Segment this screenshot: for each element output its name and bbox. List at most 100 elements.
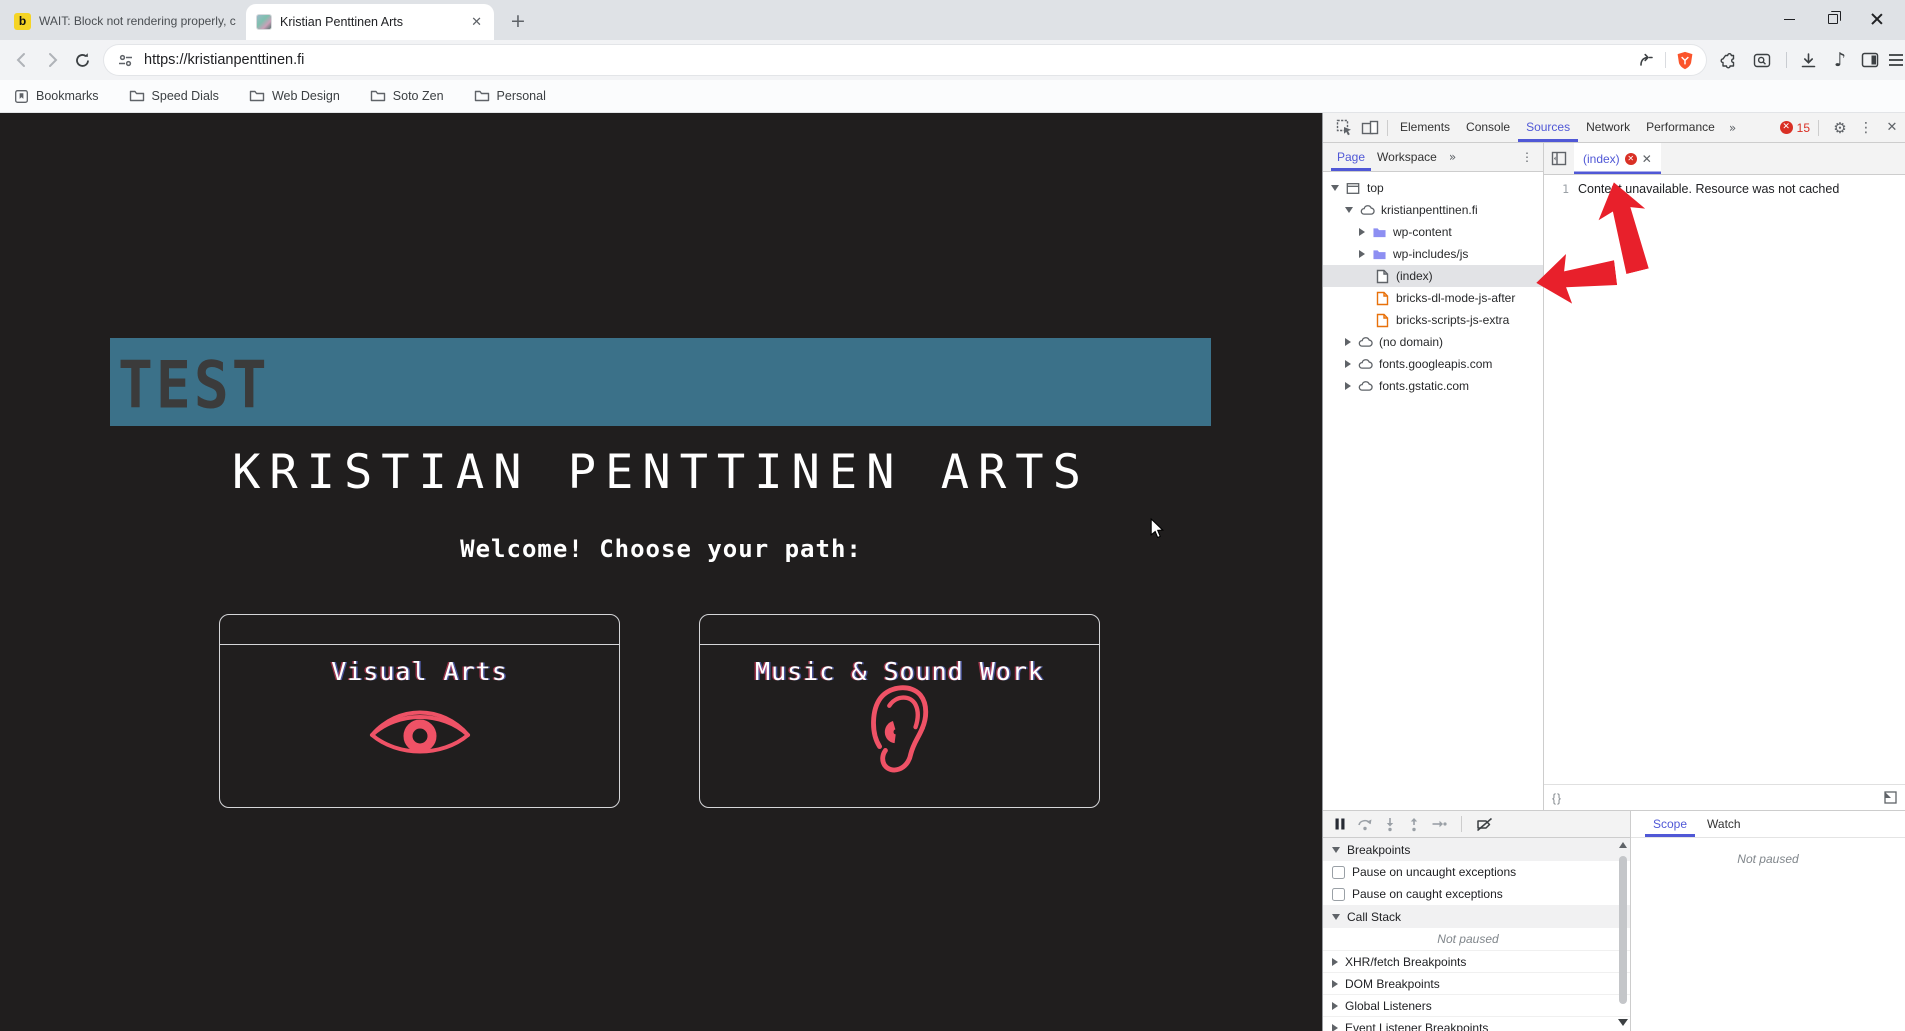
- bookmark-folder-web-design[interactable]: Web Design: [249, 89, 340, 103]
- more-vert-icon: ⋮: [1859, 119, 1873, 136]
- extensions-button[interactable]: [1716, 48, 1740, 72]
- menu-button[interactable]: [1884, 48, 1905, 72]
- search-panel-button[interactable]: [1750, 48, 1774, 72]
- xhr-breakpoints-header[interactable]: XHR/fetch Breakpoints: [1323, 950, 1630, 972]
- event-listener-breakpoints-header[interactable]: Event Listener Breakpoints: [1323, 1016, 1630, 1031]
- tree-item-wp-includes-js[interactable]: wp-includes/js: [1323, 243, 1543, 265]
- sidebar-button[interactable]: [1858, 48, 1882, 72]
- address-bar[interactable]: https://kristianpenttinen.fi: [104, 45, 1706, 75]
- tree-item-bricks-dl-mode[interactable]: bricks-dl-mode-js-after: [1323, 287, 1543, 309]
- music-sound-card[interactable]: Music & Sound Work: [699, 614, 1100, 808]
- pretty-print-button[interactable]: {}: [1552, 791, 1562, 805]
- scrollbar[interactable]: [1617, 839, 1629, 1030]
- expand-arrow-icon[interactable]: [1345, 382, 1351, 390]
- close-devtools-button[interactable]: ✕: [1879, 115, 1905, 141]
- pause-icon[interactable]: [1333, 817, 1347, 831]
- tree-item-fonts-gstatic[interactable]: fonts.gstatic.com: [1323, 375, 1543, 397]
- tree-item-bricks-scripts[interactable]: bricks-scripts-js-extra: [1323, 309, 1543, 331]
- more-tabs-icon[interactable]: »: [1723, 121, 1741, 135]
- tab-console[interactable]: Console: [1458, 113, 1518, 142]
- back-button[interactable]: [10, 48, 34, 72]
- debugger-sidebar: Breakpoints Pause on uncaught exceptions…: [1323, 811, 1631, 1031]
- tab-wait[interactable]: b WAIT: Block not rendering properly, c: [14, 8, 240, 34]
- divider: [1786, 52, 1787, 68]
- global-listeners-header[interactable]: Global Listeners: [1323, 994, 1630, 1016]
- devtools-menu-button[interactable]: ⋮: [1853, 115, 1879, 141]
- more-navigator-tabs-icon[interactable]: »: [1443, 150, 1461, 164]
- scroll-down-icon[interactable]: [1618, 1019, 1628, 1026]
- error-count: 15: [1796, 120, 1810, 135]
- collapse-arrow-icon[interactable]: [1345, 207, 1353, 213]
- tab-sources[interactable]: Sources: [1518, 113, 1578, 142]
- close-tab-icon[interactable]: ✕: [1642, 152, 1652, 166]
- scroll-thumb[interactable]: [1619, 856, 1627, 1004]
- brave-shield-icon[interactable]: [1676, 51, 1694, 70]
- tab-elements[interactable]: Elements: [1392, 113, 1458, 142]
- navigator-toggle-button[interactable]: [1544, 143, 1574, 174]
- tab-scope[interactable]: Scope: [1645, 811, 1695, 837]
- debugger-toolbar: [1323, 811, 1630, 838]
- bookmark-label: Web Design: [271, 89, 340, 103]
- pause-caught-row[interactable]: Pause on caught exceptions: [1323, 883, 1630, 905]
- downloads-button[interactable]: [1796, 48, 1820, 72]
- coverage-icon[interactable]: [1884, 791, 1897, 804]
- tab-network[interactable]: Network: [1578, 113, 1638, 142]
- editor-tab-label: (index): [1583, 151, 1620, 166]
- share-icon[interactable]: [1637, 51, 1655, 69]
- expand-arrow-icon[interactable]: [1345, 360, 1351, 368]
- tree-item-no-domain[interactable]: (no domain): [1323, 331, 1543, 353]
- expand-arrow-icon[interactable]: [1359, 228, 1365, 236]
- new-tab-button[interactable]: +: [506, 9, 530, 33]
- restore-button[interactable]: [1811, 0, 1855, 38]
- forward-button[interactable]: [40, 48, 64, 72]
- call-stack-section-header[interactable]: Call Stack: [1323, 905, 1630, 928]
- step-icon[interactable]: [1431, 817, 1447, 831]
- bookmark-label: Speed Dials: [151, 89, 219, 103]
- close-window-button[interactable]: [1855, 0, 1899, 38]
- pause-uncaught-row[interactable]: Pause on uncaught exceptions: [1323, 861, 1630, 883]
- visual-arts-card[interactable]: Visual Arts: [219, 614, 620, 808]
- script-icon: [1374, 290, 1390, 306]
- error-count-badge[interactable]: ✕ 15: [1779, 120, 1810, 135]
- banner-text: TEST: [118, 346, 270, 424]
- tab-performance[interactable]: Performance: [1638, 113, 1723, 142]
- tab-close-icon[interactable]: ✕: [469, 14, 484, 30]
- tree-item-index[interactable]: (index): [1323, 265, 1543, 287]
- reload-button[interactable]: [70, 48, 94, 72]
- tree-item-top[interactable]: top: [1323, 177, 1543, 199]
- scroll-up-icon[interactable]: [1619, 842, 1627, 848]
- bookmark-folder-speed-dials[interactable]: Speed Dials: [129, 89, 219, 103]
- tree-item-domain[interactable]: kristianpenttinen.fi: [1323, 199, 1543, 221]
- expand-arrow-icon[interactable]: [1359, 250, 1365, 258]
- settings-button[interactable]: ⚙: [1827, 115, 1853, 141]
- expand-arrow-icon[interactable]: [1345, 338, 1351, 346]
- tree-item-fonts-googleapis[interactable]: fonts.googleapis.com: [1323, 353, 1543, 375]
- checkbox[interactable]: [1332, 887, 1345, 901]
- inspect-element-button[interactable]: [1331, 115, 1357, 141]
- editor-tab-index[interactable]: (index) ✕ ✕: [1574, 143, 1661, 174]
- tab-watch[interactable]: Watch: [1699, 811, 1749, 837]
- device-toolbar-button[interactable]: [1357, 115, 1383, 141]
- minimize-button[interactable]: [1767, 0, 1811, 38]
- tree-item-wp-content[interactable]: wp-content: [1323, 221, 1543, 243]
- step-over-icon[interactable]: [1357, 817, 1373, 832]
- bookmark-folder-soto-zen[interactable]: Soto Zen: [370, 89, 444, 103]
- media-button[interactable]: ♪: [1828, 48, 1852, 72]
- bookmarks-manager-item[interactable]: Bookmarks: [14, 89, 99, 104]
- tab-kristian-penttinen-arts[interactable]: Kristian Penttinen Arts ✕: [246, 4, 494, 40]
- breakpoints-section-header[interactable]: Breakpoints: [1323, 838, 1630, 861]
- bookmark-folder-personal[interactable]: Personal: [474, 89, 546, 103]
- step-into-icon[interactable]: [1383, 817, 1397, 832]
- divider: [1818, 119, 1819, 136]
- navigator-tab-workspace[interactable]: Workspace: [1371, 143, 1443, 171]
- dom-breakpoints-header[interactable]: DOM Breakpoints: [1323, 972, 1630, 994]
- url-text[interactable]: https://kristianpenttinen.fi: [144, 52, 1637, 68]
- checkbox[interactable]: [1332, 865, 1345, 879]
- collapse-arrow-icon[interactable]: [1331, 185, 1339, 191]
- deactivate-breakpoints-icon[interactable]: [1476, 817, 1493, 832]
- tune-icon[interactable]: [117, 52, 134, 69]
- navigator-more-icon[interactable]: ⋮: [1515, 150, 1539, 164]
- step-out-icon[interactable]: [1407, 817, 1421, 832]
- navigator-tab-page[interactable]: Page: [1331, 143, 1371, 171]
- cloud-icon: [1357, 378, 1373, 394]
